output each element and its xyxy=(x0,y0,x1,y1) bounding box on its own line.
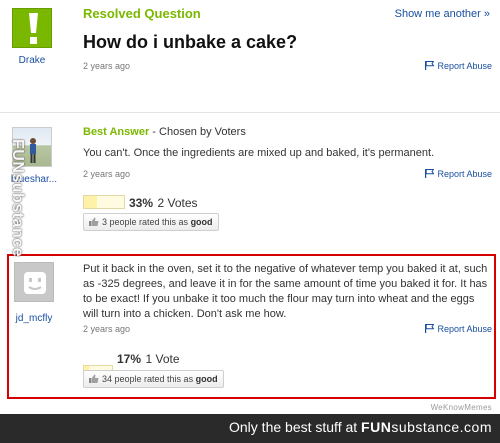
best-answer-rated-button[interactable]: 3 people rated this as good xyxy=(83,213,219,231)
rated-word: good xyxy=(195,374,218,384)
best-answer-header: Best Answer - Chosen by Voters xyxy=(83,126,246,138)
vote-bar-fill xyxy=(84,196,98,208)
footer-brand-substance: substance xyxy=(391,419,460,435)
weknowmemes-watermark: WeKnowMemes xyxy=(430,403,492,412)
answer-report-abuse[interactable]: Report Abuse xyxy=(425,324,492,334)
footer-brand: FUNsubstance.com xyxy=(361,419,492,435)
exclamation-icon xyxy=(29,13,38,44)
footer-brand-tld: .com xyxy=(459,419,492,435)
side-watermark: FUNsubstance xyxy=(9,139,26,258)
flag-icon xyxy=(425,169,435,178)
best-answer-text: You can't. Once the ingredients are mixe… xyxy=(83,147,435,159)
vote-count: 2 Votes xyxy=(157,196,198,210)
answer-vote-summary: 17% 1 Vote xyxy=(117,350,180,368)
best-answer-report-abuse[interactable]: Report Abuse xyxy=(425,169,492,179)
vote-percent: 33% xyxy=(129,196,154,210)
answer-text: Put it back in the oven, set it to the n… xyxy=(83,263,488,320)
divider xyxy=(0,112,500,113)
chosen-by-voters-label: - Chosen by Voters xyxy=(149,126,246,138)
best-answer-timestamp: 2 years ago xyxy=(83,169,131,179)
footer-brand-fun: FUN xyxy=(361,419,392,435)
best-answer-label: Best Answer xyxy=(83,126,150,138)
rated-prefix: 3 people rated this as xyxy=(102,217,191,227)
question-timestamp: 2 years ago xyxy=(83,61,131,71)
rated-prefix: 34 people rated this as xyxy=(102,374,196,384)
question-title: How do i unbake a cake? xyxy=(83,32,298,52)
resolved-question-label: Resolved Question xyxy=(83,6,201,21)
question-username[interactable]: Drake xyxy=(6,55,58,66)
question-report-abuse[interactable]: Report Abuse xyxy=(425,61,492,71)
thumbs-up-icon xyxy=(89,374,99,383)
show-another-link[interactable]: Show me another » xyxy=(395,8,490,20)
answer-timestamp: 2 years ago xyxy=(83,324,131,334)
best-answer-vote-bar xyxy=(83,195,125,209)
report-abuse-label: Report Abuse xyxy=(437,61,492,71)
rated-word: good xyxy=(190,217,213,227)
flag-icon xyxy=(425,324,435,333)
report-abuse-label: Report Abuse xyxy=(437,324,492,334)
vote-percent: 17% xyxy=(117,352,142,366)
vote-count: 1 Vote xyxy=(145,352,180,366)
footer-prefix: Only the best stuff at xyxy=(229,419,362,435)
answer-username[interactable]: jd_mcfly xyxy=(6,313,62,324)
report-abuse-label: Report Abuse xyxy=(437,169,492,179)
best-answer-vote-summary: 33% 2 Votes xyxy=(129,194,198,212)
footer-watermark: Only the best stuff at FUNsubstance.com xyxy=(229,419,492,435)
answer-rated-button[interactable]: 34 people rated this as good xyxy=(83,370,224,388)
thumbs-up-icon xyxy=(89,217,99,226)
question-avatar[interactable] xyxy=(12,8,52,48)
flag-icon xyxy=(425,61,435,70)
